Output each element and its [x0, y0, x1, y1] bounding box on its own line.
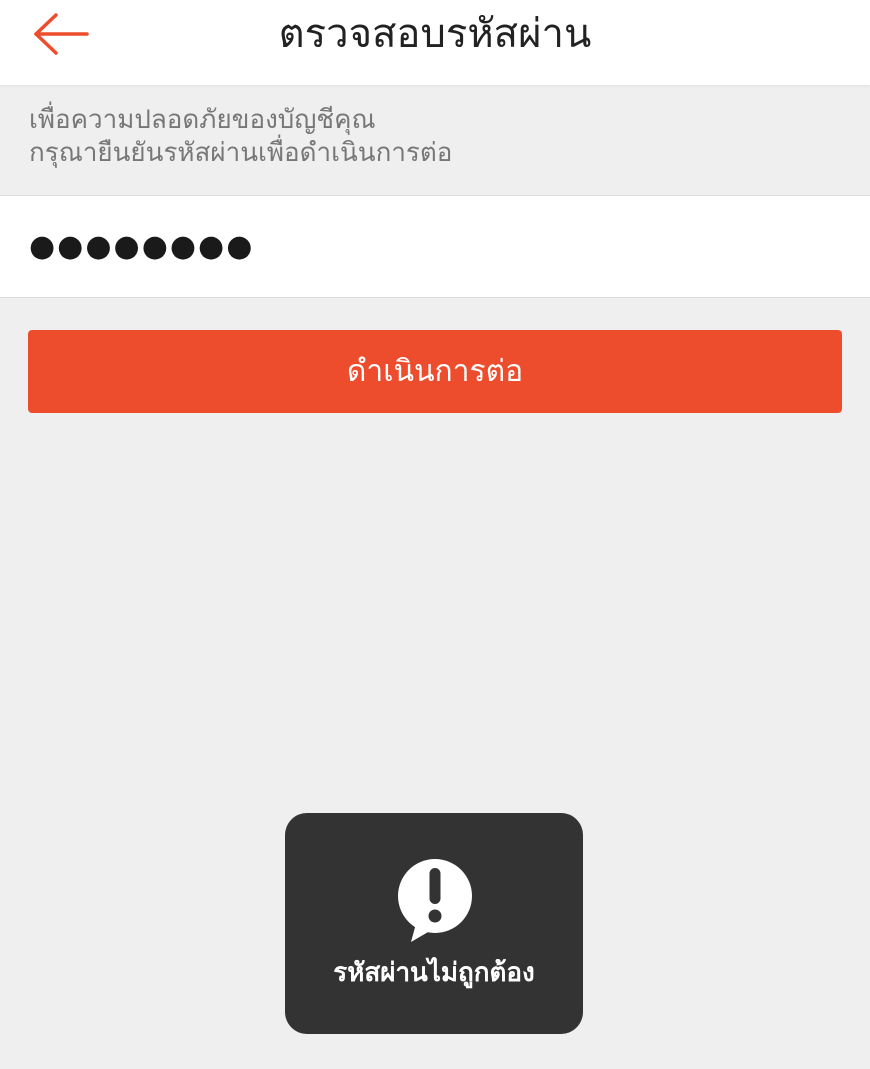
password-input-value: ●●●●●●●●	[29, 229, 255, 264]
verify-password-screen: ตรวจสอบรหัสผ่าน เพื่อความปลอดภัยของบัญชี…	[0, 0, 870, 1069]
security-info-text: เพื่อความปลอดภัยของบัญชีคุณ กรุณายืนยันร…	[29, 104, 849, 170]
info-line-2: กรุณายืนยันรหัสผ่านเพื่อดำเนินการต่อ	[29, 138, 453, 168]
page-title: ตรวจสอบรหัสผ่าน	[278, 11, 592, 57]
password-field[interactable]: ●●●●●●●●	[0, 195, 870, 298]
toast-message: รหัสผ่านไม่ถูกต้อง	[333, 958, 535, 988]
error-toast: รหัสผ่านไม่ถูกต้อง	[285, 813, 583, 1034]
top-bar: ตรวจสอบรหัสผ่าน	[0, 0, 870, 85]
alert-speech-bubble-icon	[398, 859, 472, 942]
info-line-1: เพื่อความปลอดภัยของบัญชีคุณ	[29, 105, 376, 135]
continue-button[interactable]: ดำเนินการต่อ	[28, 330, 842, 413]
